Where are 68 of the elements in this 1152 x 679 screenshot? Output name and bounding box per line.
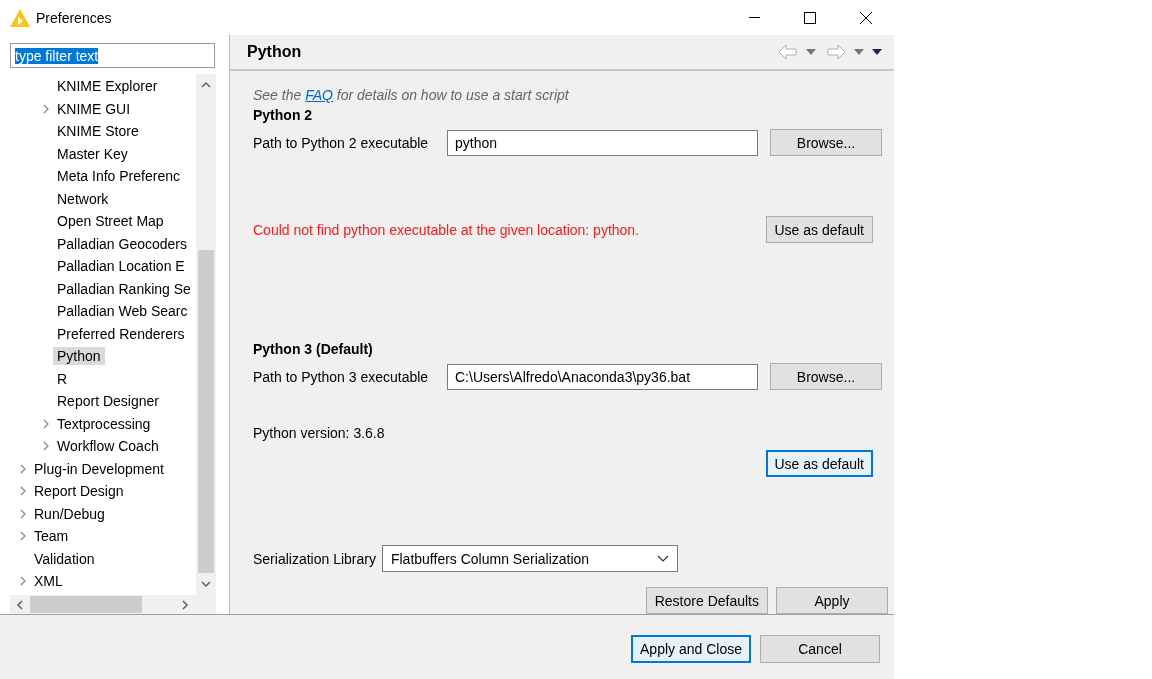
filter-field[interactable]: type filter text: [10, 43, 215, 68]
browse-button[interactable]: Browse...: [770, 363, 882, 390]
tree-item[interactable]: Palladian Geocoders: [53, 234, 191, 253]
scroll-left-icon[interactable]: [15, 600, 25, 610]
tree-item[interactable]: KNIME Explorer: [53, 77, 162, 96]
section-heading: Python 2: [253, 107, 314, 123]
serialization-dropdown[interactable]: Flatbuffers Column Serialization: [381, 545, 678, 572]
close-icon: [860, 11, 872, 24]
chevron-right-icon[interactable]: [18, 531, 28, 542]
error-message: Could not find python executable at the given location: python.: [253, 221, 640, 238]
chevron-right-icon[interactable]: [18, 576, 28, 587]
chevron-right-icon[interactable]: [18, 463, 28, 474]
window-title: Preferences: [36, 9, 113, 26]
apply-button[interactable]: Apply: [776, 587, 888, 614]
tree-item[interactable]: Textprocessing: [53, 414, 155, 433]
browse-button[interactable]: Browse...: [770, 129, 882, 156]
chevron-right-icon[interactable]: [18, 508, 28, 519]
use-as-default-button[interactable]: Use as default: [765, 450, 873, 477]
tree-item[interactable]: XML: [30, 572, 67, 591]
tree-item[interactable]: Master Key: [53, 144, 132, 163]
scroll-down-icon[interactable]: [201, 579, 211, 589]
tree-item[interactable]: Python: [53, 347, 105, 366]
section-heading: Python 3 (Default): [253, 341, 374, 357]
tree-item[interactable]: Validation: [30, 549, 99, 568]
dropdown-arrow-icon[interactable]: [854, 49, 864, 55]
dropdown-arrow-icon[interactable]: [806, 49, 816, 55]
tree-item[interactable]: Preferred Renderers: [53, 324, 189, 343]
tree-item[interactable]: Meta Info Preferenc: [53, 167, 184, 186]
chevron-right-icon[interactable]: [18, 486, 28, 497]
forward-arrow-icon[interactable]: [826, 44, 846, 60]
chevron-right-icon[interactable]: [41, 418, 51, 429]
tree-item[interactable]: R: [53, 369, 72, 388]
cancel-button[interactable]: Cancel: [760, 635, 880, 663]
faq-link[interactable]: FAQ: [305, 87, 333, 103]
tree-item[interactable]: Palladian Location E: [53, 257, 189, 276]
restore-defaults-button[interactable]: Restore Defaults: [645, 587, 768, 614]
chevron-right-icon[interactable]: [41, 441, 51, 452]
tree-item[interactable]: Report Designer: [53, 392, 163, 411]
chevron-down-icon: [656, 554, 669, 563]
tree-item[interactable]: KNIME Store: [53, 122, 143, 141]
app-logo-icon: [10, 8, 30, 27]
back-arrow-icon[interactable]: [778, 44, 798, 60]
path-field[interactable]: python: [447, 129, 758, 156]
tree-item[interactable]: Network: [53, 189, 113, 208]
tree-item[interactable]: Palladian Web Searc: [53, 302, 192, 321]
menu-arrow-icon[interactable]: [872, 49, 882, 55]
tree-item[interactable]: Run/Debug: [30, 504, 109, 523]
use-as-default-button[interactable]: Use as default: [765, 216, 873, 243]
tree-item[interactable]: KNIME GUI: [53, 99, 135, 118]
tree-item[interactable]: Workflow Coach: [53, 437, 163, 456]
scroll-up-icon[interactable]: [201, 80, 211, 90]
chevron-right-icon[interactable]: [41, 103, 51, 114]
tree-item[interactable]: Palladian Ranking Se: [53, 279, 195, 298]
tree-item[interactable]: Open Street Map: [53, 212, 168, 231]
tree-item[interactable]: Team: [30, 527, 73, 546]
version-text: Python version: 3.6.8: [253, 425, 385, 441]
scroll-right-icon[interactable]: [180, 600, 190, 610]
apply-and-close-button[interactable]: Apply and Close: [631, 635, 751, 663]
path-field[interactable]: C:\Users\Alfredo\Anaconda3\py36.bat: [447, 363, 758, 390]
tree-item[interactable]: Report Design: [30, 482, 128, 501]
minimize-icon: [748, 16, 760, 19]
help-note: See the FAQ for details on how to use a start script: [253, 87, 570, 103]
field-label: Serialization Library: [253, 550, 376, 567]
maximize-icon: [804, 11, 816, 24]
field-label: Path to Python 2 executable: [253, 134, 430, 151]
field-label: Path to Python 3 executable: [253, 368, 430, 385]
tree-item[interactable]: Plug-in Development: [30, 459, 168, 478]
page-title: Python: [247, 43, 303, 61]
